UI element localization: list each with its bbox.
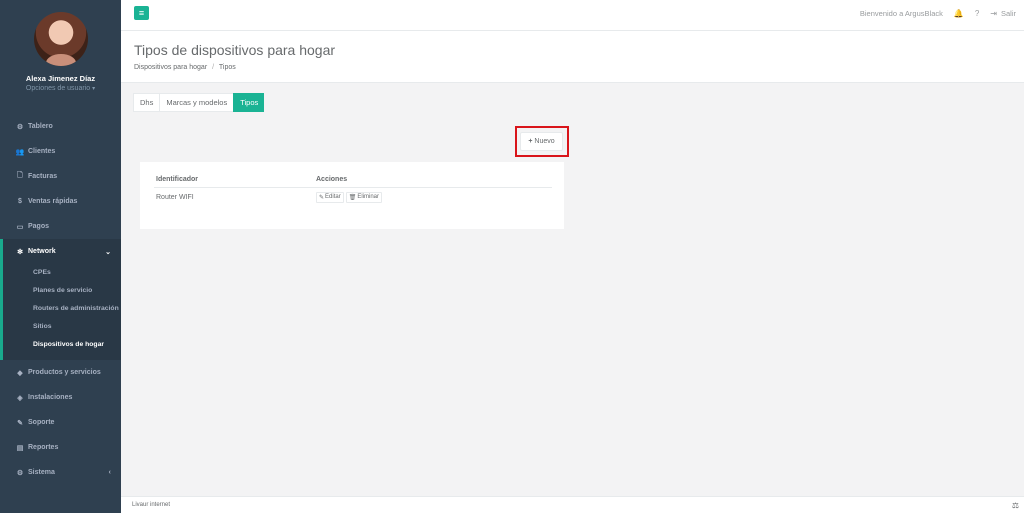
user-options-dropdown[interactable]: Opciones de usuario ▾ [0, 85, 121, 92]
sidebar-item-sistema[interactable]: ⚙ Sistema ‹ [0, 460, 121, 485]
topbar-right: Bienvenido a ArgusBlack 🔔 ? ⇥ Salir [860, 9, 1016, 18]
breadcrumb-parent[interactable]: Dispositivos para hogar [134, 64, 207, 71]
column-header-identificador: Identificador [156, 176, 199, 183]
sidebar-item-label: Pagos [28, 223, 50, 230]
submenu-item-cpes[interactable]: CPEs [3, 264, 121, 282]
delete-button-label: Eliminar [357, 194, 380, 200]
tab-dhs[interactable]: Dhs [133, 93, 160, 112]
logout-label: Salir [1000, 9, 1016, 18]
sidebar: Alexa Jimenez Díaz Opciones de usuario ▾… [0, 0, 121, 513]
sidebar-item-productos-y-servicios[interactable]: ◆ Productos y servicios [0, 360, 121, 385]
profile-name: Alexa Jimenez Díaz [25, 74, 96, 83]
submenu-item-planes-de-servicio[interactable]: Planes de servicio [3, 282, 121, 300]
wrench-icon: ✎ [17, 419, 23, 427]
scale-icon: ⚖ [1011, 501, 1019, 510]
breadcrumb-current: Tipos [218, 64, 236, 71]
sidebar-item-label: Productos y servicios [28, 369, 101, 376]
types-table-card: Identificador Acciones Router WIFI ✎ Edi… [140, 162, 564, 229]
tab-marcas-y-modelos[interactable]: Marcas y modelos [159, 93, 234, 112]
caret-down-icon: ▾ [92, 86, 96, 92]
sidebar-item-label: Facturas [28, 173, 58, 180]
file-icon: 🗋 [17, 172, 23, 179]
cell-identifier: Router WIFI [156, 193, 194, 201]
types-table: Identificador Acciones Router WIFI ✎ Edi… [154, 172, 552, 206]
sidebar-item-soporte[interactable]: ✎ Soporte [0, 410, 121, 435]
submenu-item-routers-de-administracion[interactable]: Routers de administración [3, 300, 121, 318]
sidebar-item-tablero[interactable]: ⚙ Tablero [0, 114, 121, 139]
chevron-down-icon: ⌄ [105, 248, 111, 256]
tag-icon: ◆ [17, 369, 23, 377]
sidebar-item-label: Ventas rápidas [28, 198, 78, 205]
sidebar-item-ventas-rapidas[interactable]: $ Ventas rápidas [0, 189, 121, 214]
sidebar-item-label: Clientes [28, 148, 56, 155]
tabs: Dhs Marcas y modelos Tipos [133, 93, 265, 112]
cell-actions: ✎ Editar 🗑 Eliminar [316, 191, 552, 203]
topbar: ≡ Bienvenido a ArgusBlack 🔔 ? ⇥ Salir [121, 0, 1024, 31]
breadcrumb-separator: / [212, 64, 215, 71]
credit-card-icon: ▭ [16, 223, 24, 231]
chevron-left-icon: ‹ [108, 469, 111, 476]
profile-section: Alexa Jimenez Díaz Opciones de usuario ▾ [0, 0, 121, 110]
sidebar-item-reportes[interactable]: ▤ Reportes [0, 435, 121, 460]
installation-icon: ◈ [17, 394, 23, 402]
plus-icon: + [528, 138, 533, 145]
edit-button-label: Editar [325, 194, 341, 200]
sidebar-item-pagos[interactable]: ▭ Pagos [0, 214, 121, 239]
sidebar-item-label: Instalaciones [28, 394, 73, 401]
sidebar-item-label: Sistema [28, 469, 55, 476]
edit-icon: ✎ [319, 194, 325, 201]
page-heading: Tipos de dispositivos para hogar Disposi… [121, 31, 1024, 83]
footer-text: Livaur internet [132, 502, 171, 508]
sign-out-icon: ⇥ [990, 9, 997, 18]
sidebar-item-clientes[interactable]: 👥 Clientes [0, 139, 121, 164]
sidebar-item-network[interactable]: ✻ Network ⌄ [3, 239, 121, 264]
user-options-label: Opciones de usuario [25, 85, 91, 92]
footer: Livaur internet ⚖ [121, 496, 1024, 513]
avatar[interactable] [33, 12, 88, 66]
trash-icon: 🗑 [348, 194, 357, 201]
bell-icon[interactable]: 🔔 [954, 9, 964, 18]
network-submenu: CPEs Planes de servicio Routers de admin… [3, 264, 121, 360]
breadcrumb: Dispositivos para hogar / Tipos [134, 64, 1011, 71]
sidebar-item-label: Network [28, 248, 56, 255]
help-icon[interactable]: ? [975, 9, 979, 18]
new-button[interactable]: + Nuevo [520, 132, 563, 151]
sidebar-menu: ⚙ Tablero 👥 Clientes 🗋 Facturas $ Ventas… [0, 114, 121, 485]
column-header-acciones: Acciones [316, 176, 348, 183]
users-icon: 👥 [15, 148, 25, 156]
sidebar-item-instalaciones[interactable]: ◈ Instalaciones [0, 385, 121, 410]
book-icon: ▤ [16, 444, 24, 452]
table-header: Identificador Acciones [154, 172, 552, 188]
sidebar-item-label: Soporte [28, 419, 55, 426]
dollar-icon: $ [18, 198, 22, 205]
new-button-label: Nuevo [534, 138, 555, 145]
submenu-item-dispositivos-de-hogar[interactable]: Dispositivos de hogar [3, 336, 121, 354]
tab-tipos[interactable]: Tipos [233, 93, 265, 112]
logout-link[interactable]: ⇥ Salir [990, 9, 1016, 18]
hamburger-icon: ≡ [138, 8, 145, 18]
submenu-item-sitios[interactable]: Sitios [3, 318, 121, 336]
menu-toggle-button[interactable]: ≡ [134, 6, 149, 20]
sidebar-item-label: Reportes [28, 444, 59, 451]
edit-button[interactable]: ✎ Editar [316, 191, 344, 203]
cogs-icon: ⚙ [16, 469, 24, 477]
welcome-text: Bienvenido a ArgusBlack [859, 9, 943, 18]
sidebar-item-label: Tablero [28, 123, 53, 130]
network-icon: ✻ [17, 248, 23, 256]
sidebar-group-network: ✻ Network ⌄ CPEs Planes de servicio Rout… [0, 239, 121, 360]
table-row: Router WIFI ✎ Editar 🗑 Eliminar [154, 188, 552, 206]
dashboard-icon: ⚙ [16, 123, 24, 131]
page-title: Tipos de dispositivos para hogar [134, 42, 336, 58]
sidebar-item-facturas[interactable]: 🗋 Facturas [0, 164, 121, 189]
delete-button[interactable]: 🗑 Eliminar [345, 191, 383, 203]
